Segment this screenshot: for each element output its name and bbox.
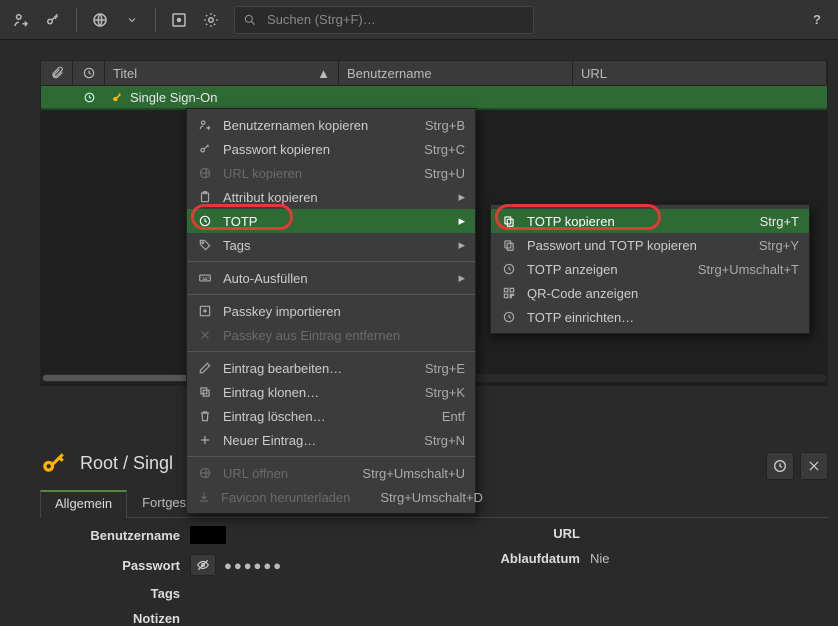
menu-autofill[interactable]: Auto-Ausfüllen ▸ bbox=[187, 266, 475, 290]
menu-copy-username[interactable]: Benutzernamen kopieren Strg+B bbox=[187, 113, 475, 137]
search-input[interactable] bbox=[265, 11, 485, 28]
tab-general[interactable]: Allgemein bbox=[40, 490, 127, 518]
submenu-show-qr[interactable]: QR-Code anzeigen bbox=[491, 281, 809, 305]
key-copy-icon bbox=[197, 142, 213, 156]
eye-off-icon bbox=[196, 558, 210, 572]
clipboard-icon bbox=[197, 190, 213, 204]
menu-tags[interactable]: Tags ▸ bbox=[187, 233, 475, 257]
import-icon bbox=[197, 304, 213, 318]
key-icon bbox=[111, 91, 124, 104]
menu-copy-password[interactable]: Passwort kopieren Strg+C bbox=[187, 137, 475, 161]
column-attachment[interactable] bbox=[41, 61, 73, 85]
menu-delete-entry[interactable]: Eintrag löschen… Entf bbox=[187, 404, 475, 428]
toolbar-btn-layout-icon[interactable] bbox=[164, 5, 194, 35]
column-user[interactable]: Benutzername bbox=[339, 61, 573, 85]
key-icon bbox=[40, 450, 66, 476]
menu-copy-url: URL kopieren Strg+U bbox=[187, 161, 475, 185]
password-masked: ●●●●●● bbox=[224, 558, 283, 573]
table-header: Titel ▲ Benutzername URL bbox=[40, 60, 828, 86]
menu-edit-entry[interactable]: Eintrag bearbeiten… Strg+E bbox=[187, 356, 475, 380]
keyboard-icon bbox=[197, 271, 213, 285]
toolbar-btn-help-icon[interactable]: ? bbox=[802, 5, 832, 35]
column-user-label: Benutzername bbox=[347, 66, 432, 81]
search-box[interactable] bbox=[234, 6, 534, 34]
toolbar-separator bbox=[76, 8, 77, 32]
clock-icon bbox=[197, 214, 213, 228]
toolbar-btn-globe-icon[interactable] bbox=[85, 5, 115, 35]
clock-icon bbox=[83, 91, 96, 104]
plus-icon bbox=[197, 433, 213, 447]
submenu-setup-totp[interactable]: TOTP einrichten… bbox=[491, 305, 809, 329]
column-title[interactable]: Titel ▲ bbox=[105, 61, 339, 85]
table-row[interactable]: Single Sign-On bbox=[41, 86, 827, 110]
menu-download-favicon: Favicon herunterladen Strg+Umschalt+D bbox=[187, 485, 475, 509]
edit-icon bbox=[197, 361, 213, 375]
detail-form-right: URL Ablaufdatum Nie bbox=[470, 526, 610, 566]
clone-icon bbox=[197, 385, 213, 399]
menu-remove-passkey: Passkey aus Eintrag entfernen bbox=[187, 323, 475, 347]
qr-icon bbox=[501, 286, 517, 300]
tag-icon bbox=[197, 238, 213, 252]
column-url[interactable]: URL bbox=[573, 61, 827, 85]
menu-open-url: URL öffnen Strg+Umschalt+U bbox=[187, 461, 475, 485]
row-title: Single Sign-On bbox=[130, 90, 217, 105]
submenu-arrow-icon: ▸ bbox=[455, 213, 465, 229]
redacted-username bbox=[190, 526, 226, 544]
submenu-copy-password-totp[interactable]: Passwort und TOTP kopieren Strg+Y bbox=[491, 233, 809, 257]
clock-icon bbox=[501, 262, 517, 276]
clock-icon bbox=[501, 310, 517, 324]
toolbar-separator bbox=[155, 8, 156, 32]
totp-submenu: TOTP kopieren Strg+T Passwort und TOTP k… bbox=[490, 204, 810, 334]
close-icon bbox=[807, 459, 821, 473]
history-button[interactable] bbox=[766, 452, 794, 480]
toolbar-btn-user-share-icon[interactable] bbox=[6, 5, 36, 35]
tab-advanced[interactable]: Fortgesc bbox=[127, 490, 187, 518]
toolbar-btn-settings-icon[interactable] bbox=[196, 5, 226, 35]
submenu-arrow-icon: ▸ bbox=[455, 189, 465, 205]
label-tags: Tags bbox=[40, 586, 180, 601]
trash-icon bbox=[197, 409, 213, 423]
submenu-arrow-icon: ▸ bbox=[455, 270, 465, 286]
detail-form-left: Benutzername Passwort ●●●●●● Tags Notize… bbox=[40, 526, 283, 626]
breadcrumb: Root / Singl bbox=[80, 453, 173, 474]
label-password: Passwort bbox=[40, 558, 180, 573]
submenu-show-totp[interactable]: TOTP anzeigen Strg+Umschalt+T bbox=[491, 257, 809, 281]
remove-icon bbox=[197, 328, 213, 342]
label-username: Benutzername bbox=[40, 528, 180, 543]
globe-icon bbox=[197, 466, 213, 480]
menu-totp[interactable]: TOTP ▸ bbox=[187, 209, 475, 233]
menu-import-passkey[interactable]: Passkey importieren bbox=[187, 299, 475, 323]
search-icon bbox=[243, 13, 257, 27]
copy-both-icon bbox=[501, 238, 517, 252]
toggle-password-visibility[interactable] bbox=[190, 554, 216, 576]
toolbar-btn-key-icon[interactable] bbox=[38, 5, 68, 35]
toolbar-btn-chevron-down-icon[interactable] bbox=[117, 5, 147, 35]
download-icon bbox=[197, 490, 211, 504]
paperclip-icon bbox=[50, 66, 64, 80]
sort-asc-icon: ▲ bbox=[317, 66, 330, 81]
clock-icon bbox=[772, 458, 788, 474]
copy-totp-icon bbox=[501, 214, 517, 228]
submenu-arrow-icon: ▸ bbox=[455, 237, 465, 253]
column-title-label: Titel bbox=[113, 66, 137, 81]
close-detail-button[interactable] bbox=[800, 452, 828, 480]
label-url: URL bbox=[470, 526, 580, 541]
column-url-label: URL bbox=[581, 66, 607, 81]
clock-icon bbox=[82, 66, 96, 80]
menu-copy-attribute[interactable]: Attribut kopieren ▸ bbox=[187, 185, 475, 209]
label-expires: Ablaufdatum bbox=[470, 551, 580, 566]
menu-new-entry[interactable]: Neuer Eintrag… Strg+N bbox=[187, 428, 475, 452]
user-copy-icon bbox=[197, 118, 213, 132]
label-notes: Notizen bbox=[40, 611, 180, 626]
value-expires: Nie bbox=[590, 551, 610, 566]
submenu-copy-totp[interactable]: TOTP kopieren Strg+T bbox=[491, 209, 809, 233]
column-totp[interactable] bbox=[73, 61, 105, 85]
toolbar: ? bbox=[0, 0, 838, 40]
context-menu: Benutzernamen kopieren Strg+B Passwort k… bbox=[186, 108, 476, 514]
menu-clone-entry[interactable]: Eintrag klonen… Strg+K bbox=[187, 380, 475, 404]
globe-icon bbox=[197, 166, 213, 180]
